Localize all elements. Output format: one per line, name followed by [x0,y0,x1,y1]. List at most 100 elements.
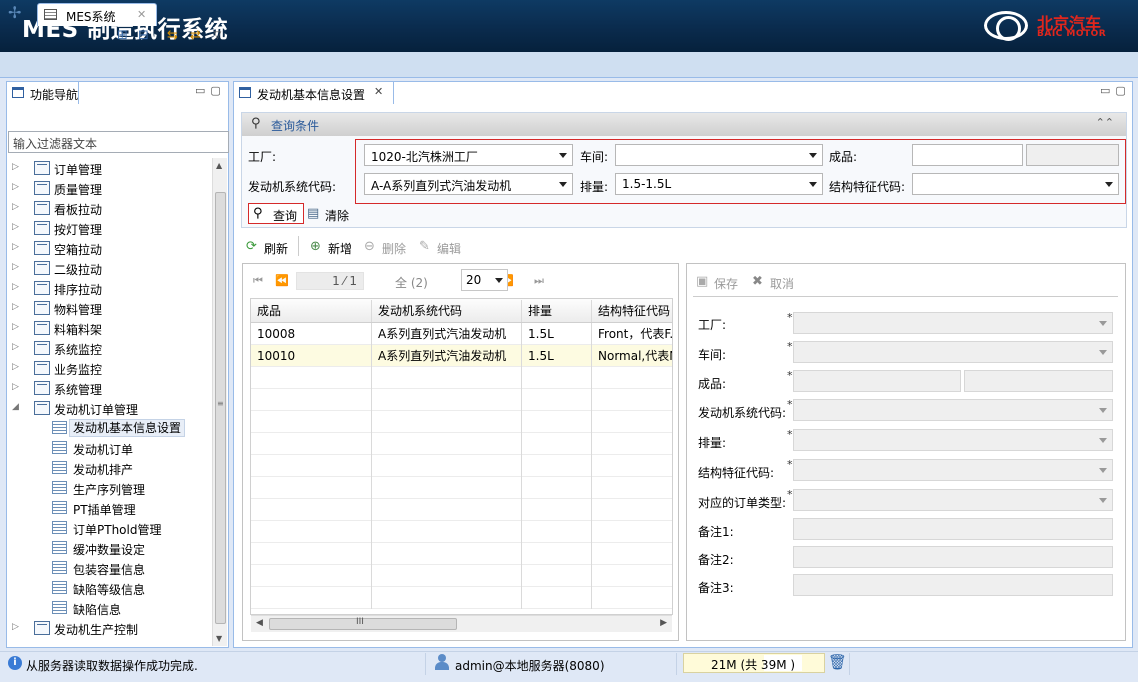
column-header[interactable]: 结构特征代码 [592,300,672,322]
form-order-type-select[interactable] [793,489,1113,511]
close-icon[interactable]: ✕ [374,85,383,98]
empty-table-row [251,521,672,543]
empty-table-row [251,433,672,455]
form-remark2-input[interactable] [793,546,1113,568]
column-header[interactable]: 成品 [251,300,372,322]
empty-table-row [251,543,672,565]
column-header[interactable]: 发动机系统代码 [372,300,522,322]
folder-icon [34,281,50,295]
minimize-maximize-icon[interactable]: ▭▢ [195,84,226,97]
empty-table-row [251,411,672,433]
trash-icon[interactable]: 🗑 [828,653,847,671]
folder-icon [34,261,50,275]
first-page-icon[interactable]: ⏮ [253,274,263,288]
table-row[interactable]: 10008 A系列直列式汽油发动机 1.5L Front，代表F... [251,323,672,345]
query-header[interactable]: ⚲ 查询条件 ⌃⌃ [242,113,1126,136]
folder-icon [34,401,50,415]
collapse-icon[interactable]: ⌃⌃ [1096,116,1114,129]
form-displacement-select[interactable] [793,429,1113,451]
struct-code-select[interactable] [912,173,1119,195]
nav-toolbar: ⊞ ⊟ ⇆ ⇄ ▽ [109,28,229,46]
expand-all-icon[interactable]: ⊞ [115,28,130,43]
last-page-icon[interactable]: ⏭ [534,274,544,288]
search-icon: ⚲ [253,206,263,221]
table-icon [52,561,67,574]
panel-icon [239,87,251,98]
show-all-link[interactable]: 全 (2) [395,274,428,291]
product-name-input [1026,144,1119,166]
column-header[interactable]: 排量 [522,300,592,322]
table-icon [52,521,67,534]
form-workshop-label: 车间: [698,348,727,362]
cancel-button[interactable]: ✖ 取消 [752,273,802,291]
folder-icon [34,321,50,335]
form-workshop-select[interactable] [793,341,1113,363]
data-table: 成品 发动机系统代码 排量 结构特征代码 10008 A系列直列式汽油发动机 1… [250,298,673,615]
table-hscrollbar[interactable]: ◀ III ▶ [251,615,672,632]
form-factory-select[interactable] [793,312,1113,334]
add-tab-icon[interactable]: ✢ [8,5,26,21]
edit-button[interactable]: ✎ 编辑 [419,238,469,256]
status-message: 从服务器读取数据操作成功完成. [26,659,198,673]
sync-icon[interactable]: ⇄ [188,28,203,43]
delete-icon: ⊖ [364,239,375,254]
chevron-down-icon [559,182,567,187]
factory-select[interactable]: 1020-北汽株洲工厂 [364,144,573,166]
engine-code-label: 发动机系统代码: [248,180,337,194]
form-remark1-label: 备注1: [698,525,734,539]
page-number-input[interactable]: 1 ⁄ 1 [296,272,364,290]
folder-icon [34,361,50,375]
refresh-button[interactable]: ⟳ 刷新 [246,238,296,256]
table-icon [52,461,67,474]
table-icon [52,601,67,614]
empty-table-row [251,477,672,499]
chevron-down-icon [1105,182,1113,187]
delete-button[interactable]: ⊖ 删除 [364,238,414,256]
folder-icon [34,241,50,255]
product-input[interactable] [912,144,1023,166]
filter-input[interactable]: 输入过滤器文本 [8,131,229,153]
refresh-icon: ⟳ [246,239,257,254]
table-icon [52,581,67,594]
empty-table-row [251,565,672,587]
table-row[interactable]: 10010 A系列直列式汽油发动机 1.5L Normal,代表N... [251,345,672,367]
minimize-maximize-icon[interactable]: ▭▢ [1100,84,1131,97]
displacement-label: 排量: [580,180,609,194]
close-icon[interactable]: ✕ [137,8,146,21]
required-mark: * [787,369,793,382]
clear-button[interactable]: ▤ 清除 [307,205,357,223]
table-icon [52,541,67,554]
workshop-select[interactable] [615,144,823,166]
prev-page-icon[interactable]: ⏪ [275,274,289,287]
engine-code-select[interactable]: A-A系列直列式汽油发动机 [364,173,573,195]
table-icon [52,441,67,454]
add-icon: ⊕ [310,239,321,254]
tab-mes-system[interactable]: MES系统 ✕ [37,3,157,26]
form-product-name-input [964,370,1113,392]
edit-icon: ✎ [419,239,430,254]
search-icon: ⚲ [251,116,261,131]
add-button[interactable]: ⊕ 新增 [310,238,360,256]
required-mark: * [787,428,793,441]
nav-scrollbar[interactable]: ▲ ≡ ▼ [212,158,227,646]
page-size-select[interactable]: 20 [461,269,508,291]
form-order-type-label: 对应的订单类型: [698,496,787,510]
tab-engine-basic-info[interactable]: 发动机基本信息设置 ✕ [234,82,394,104]
form-engine-code-select[interactable] [793,399,1113,421]
query-button[interactable]: ⚲ 查询 [248,203,304,224]
form-struct-code-select[interactable] [793,459,1113,481]
collapse-all-icon[interactable]: ⊟ [136,28,151,43]
save-button[interactable]: ▣ 保存 [696,273,746,291]
form-product-input[interactable] [793,370,961,392]
required-mark: * [787,311,793,324]
form-remark3-input[interactable] [793,574,1113,596]
chevron-down-icon [809,182,817,187]
displacement-select[interactable]: 1.5-1.5L [615,173,823,195]
empty-table-row [251,455,672,477]
folder-icon [34,341,50,355]
form-remark1-input[interactable] [793,518,1113,540]
nav-tab[interactable]: 功能导航 [7,82,79,104]
folder-icon [34,381,50,395]
view-menu-icon[interactable]: ▽ [210,28,225,43]
link-icon[interactable]: ⇆ [165,28,180,43]
